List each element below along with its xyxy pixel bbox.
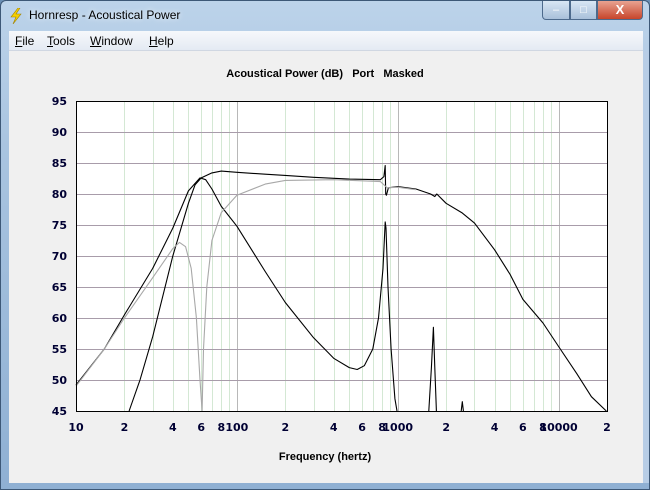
x-tick-label: 2 [121,421,129,434]
power-chart: 959085807570656055504510 2 4 6 8 100 2 4 6 81000 2… [52,95,611,434]
x-tick-label: 4 [330,421,338,434]
y-tick-label: 60 [52,312,68,325]
x-tick-label: 6 [197,421,205,434]
y-tick-label: 85 [52,157,67,170]
y-tick-label: 55 [52,343,67,356]
y-tick-label: 90 [52,126,68,139]
y-tick-label: 65 [52,281,67,294]
x-tick-label: 6 [519,421,527,434]
y-tick-label: 70 [52,250,68,263]
x-tick-label: 4 [491,421,499,434]
y-tick-label: 95 [52,95,67,108]
x-tick-label: 2 [603,421,611,434]
x-tick-label: 4 [169,421,177,434]
x-tick-label: 8 [217,421,225,434]
y-tick-label: 80 [52,188,68,201]
x-tick-label: 100 [225,421,248,434]
x-tick-label: 2 [442,421,450,434]
y-tick-label: 45 [52,405,67,418]
x-tick-label: 1000 [382,421,413,434]
x-tick-label: 10000 [539,421,578,434]
x-tick-label: 10 [68,421,84,434]
y-tick-label: 75 [52,219,67,232]
x-tick-label: 6 [358,421,366,434]
y-tick-label: 50 [52,374,68,387]
x-tick-label: 2 [281,421,289,434]
